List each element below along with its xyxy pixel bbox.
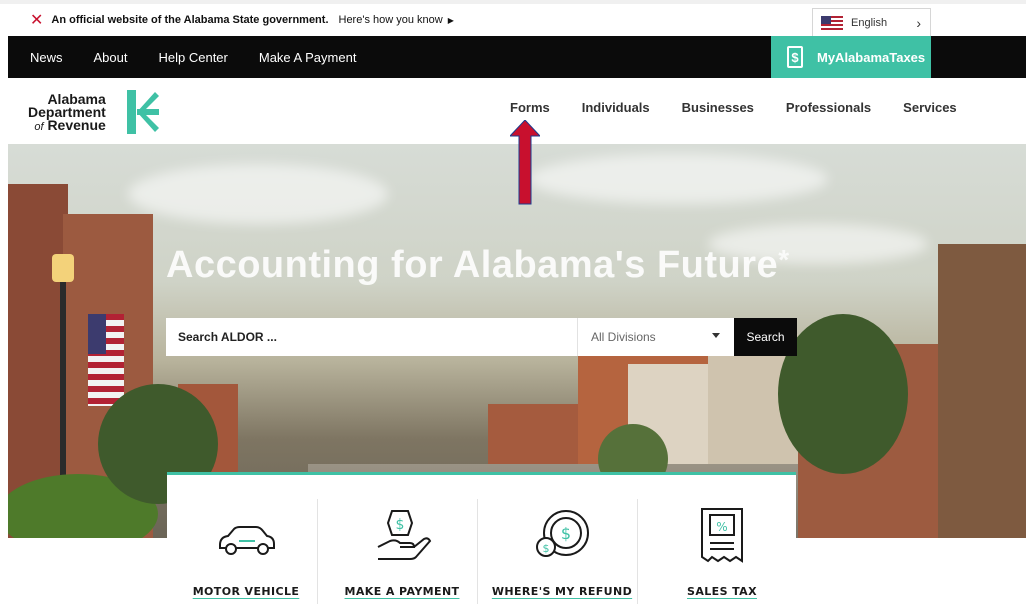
lamp-light bbox=[52, 254, 74, 282]
svg-text:$: $ bbox=[543, 542, 550, 555]
official-text: An official website of the Alabama State… bbox=[51, 14, 329, 26]
quick-link-label: MOTOR VEHICLE bbox=[192, 585, 300, 598]
language-selector[interactable]: English › bbox=[812, 8, 931, 38]
hand-money-icon: $ bbox=[377, 510, 432, 560]
top-nav-make-a-payment[interactable]: Make A Payment bbox=[259, 50, 357, 65]
american-flag-union bbox=[88, 314, 106, 354]
top-nav-news[interactable]: News bbox=[30, 50, 63, 65]
nav-services[interactable]: Services bbox=[903, 100, 957, 115]
top-nav-links: News About Help Center Make A Payment bbox=[30, 36, 387, 78]
building bbox=[938, 244, 1026, 538]
us-flag-icon bbox=[821, 16, 843, 30]
svg-text:%: % bbox=[716, 520, 727, 534]
receipt-icon: % bbox=[701, 508, 743, 563]
search-input[interactable]: Search ALDOR ... bbox=[166, 318, 577, 356]
quick-link-label: MAKE A PAYMENT bbox=[344, 585, 460, 598]
alabama-flag-icon: ✕ bbox=[30, 10, 44, 29]
divider bbox=[637, 499, 638, 604]
chevron-right-icon: › bbox=[916, 15, 921, 31]
division-select-value: All Divisions bbox=[591, 330, 656, 344]
cloud bbox=[528, 154, 828, 204]
caret-right-icon[interactable]: ▶ bbox=[448, 16, 454, 25]
division-select[interactable]: All Divisions bbox=[577, 318, 734, 356]
main-nav: Forms Individuals Businesses Professiona… bbox=[510, 100, 989, 115]
logo-line-revenue: Revenue bbox=[47, 117, 106, 133]
logo-of: of bbox=[34, 121, 44, 133]
tree bbox=[778, 314, 908, 474]
cloud bbox=[128, 164, 388, 224]
my-alabama-taxes-button[interactable]: $ MyAlabamaTaxes bbox=[771, 36, 931, 78]
caret-down-icon bbox=[712, 333, 720, 338]
aldor-logo-icon[interactable] bbox=[127, 90, 159, 134]
hero-title: Accounting for Alabama's Future* bbox=[166, 244, 790, 287]
language-label: English bbox=[851, 17, 888, 29]
nav-forms[interactable]: Forms bbox=[510, 100, 550, 115]
quick-link-label: WHERE'S MY REFUND bbox=[491, 585, 633, 598]
divider bbox=[477, 499, 478, 604]
official-banner: ✕ An official website of the Alabama Sta… bbox=[0, 0, 1026, 38]
svg-text:$: $ bbox=[396, 517, 405, 533]
top-nav-help-center[interactable]: Help Center bbox=[159, 50, 228, 65]
annotation-arrow-icon bbox=[510, 120, 540, 205]
quick-link-label: SALES TAX bbox=[687, 585, 757, 598]
search-placeholder: Search ALDOR ... bbox=[178, 330, 277, 344]
car-icon bbox=[219, 526, 275, 555]
logo-text[interactable]: Alabama Department of Revenue bbox=[28, 92, 106, 134]
quick-links-panel: MOTOR VEHICLE $ MAKE A PAYMENT $ $ WHERE… bbox=[167, 472, 796, 604]
top-nav-about[interactable]: About bbox=[94, 50, 128, 65]
quick-link-sales-tax[interactable]: % SALES TAX bbox=[643, 499, 801, 604]
svg-text:$: $ bbox=[561, 524, 571, 543]
nav-businesses[interactable]: Businesses bbox=[682, 100, 754, 115]
hero-asterisk: * bbox=[778, 244, 790, 275]
my-alabama-taxes-label: MyAlabamaTaxes bbox=[817, 49, 926, 65]
top-nav: News About Help Center Make A Payment $ … bbox=[8, 36, 1026, 78]
quick-link-wheres-my-refund[interactable]: $ $ WHERE'S MY REFUND bbox=[483, 499, 641, 604]
quick-link-make-a-payment[interactable]: $ MAKE A PAYMENT bbox=[323, 499, 481, 604]
hero-title-text: Accounting for Alabama's Future bbox=[166, 244, 779, 286]
quick-link-motor-vehicle[interactable]: MOTOR VEHICLE bbox=[167, 499, 325, 604]
nav-individuals[interactable]: Individuals bbox=[582, 100, 650, 115]
divider bbox=[317, 499, 318, 604]
how-you-know-link[interactable]: Here's how you know bbox=[339, 14, 443, 26]
page: ✕ An official website of the Alabama Sta… bbox=[0, 0, 1026, 604]
refund-coin-icon: $ $ bbox=[536, 510, 589, 557]
dollar-icon: $ bbox=[787, 46, 803, 68]
search-button[interactable]: Search bbox=[734, 318, 797, 356]
nav-professionals[interactable]: Professionals bbox=[786, 100, 871, 115]
